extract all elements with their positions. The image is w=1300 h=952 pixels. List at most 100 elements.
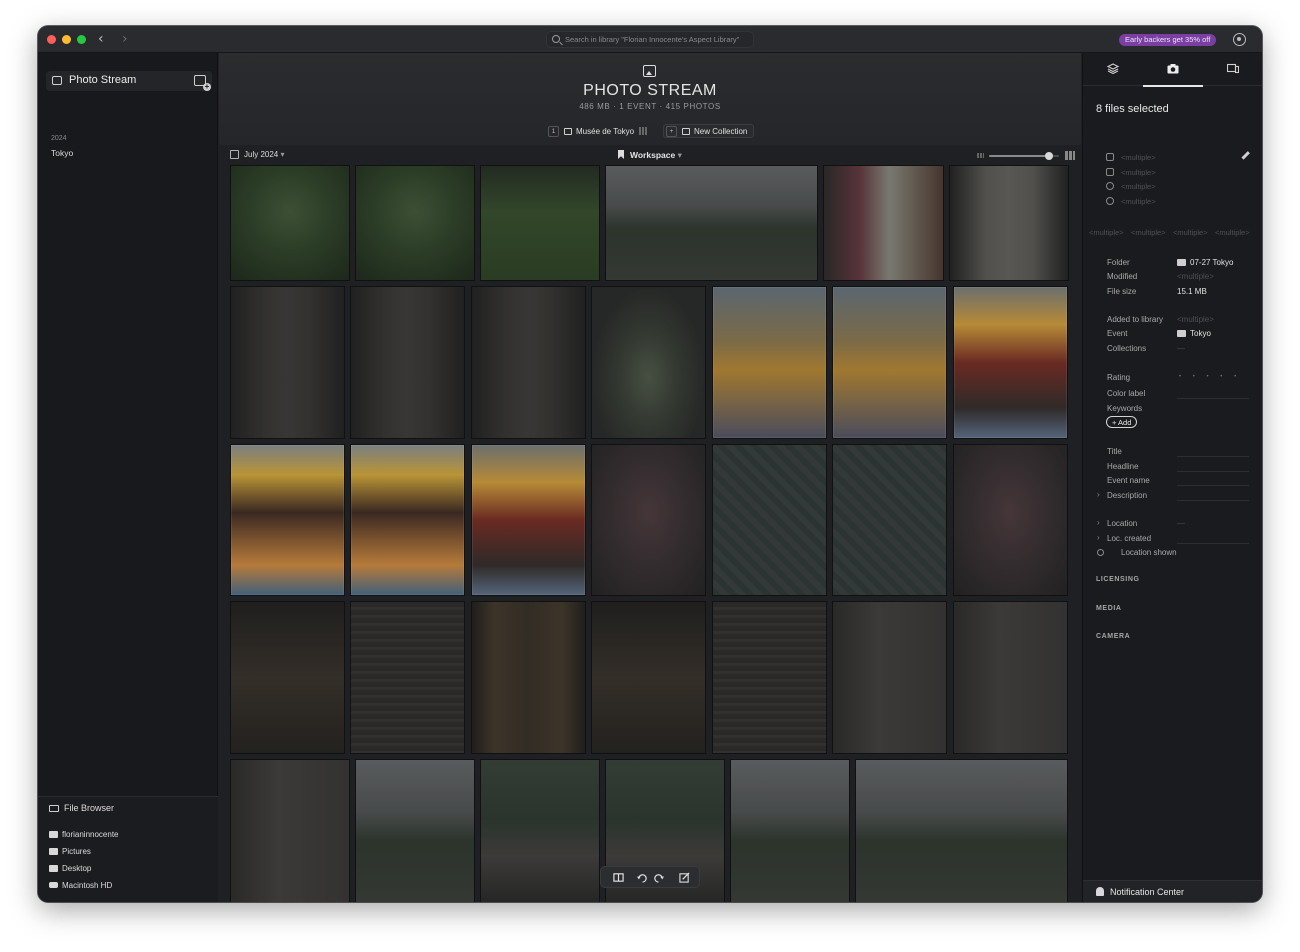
photo-thumbnail[interactable] bbox=[832, 601, 947, 754]
file-browser-item[interactable]: Desktop bbox=[62, 864, 91, 873]
photo-thumbnail[interactable] bbox=[823, 165, 944, 281]
sync-icon[interactable] bbox=[1233, 33, 1246, 46]
user-folder-icon bbox=[49, 831, 58, 838]
photo-thumbnail[interactable] bbox=[230, 444, 345, 596]
minimize-window-button[interactable] bbox=[62, 35, 71, 44]
photo-thumbnail[interactable] bbox=[591, 601, 706, 754]
photo-thumbnail[interactable] bbox=[730, 759, 850, 902]
event-value[interactable]: Tokyo bbox=[1190, 329, 1211, 338]
photo-thumbnail[interactable] bbox=[605, 165, 818, 281]
back-arrow-icon[interactable]: ‹ bbox=[98, 31, 104, 47]
aperture-value: <multiple> bbox=[1131, 228, 1166, 237]
photo-thumbnail[interactable] bbox=[471, 444, 586, 596]
headline-field[interactable] bbox=[1177, 471, 1249, 472]
photo-thumbnail[interactable] bbox=[471, 601, 586, 754]
loc-created-label[interactable]: Loc. created bbox=[1107, 534, 1151, 543]
photo-thumbnail[interactable] bbox=[949, 165, 1069, 281]
photo-thumbnail[interactable] bbox=[832, 286, 947, 439]
location-shown-label[interactable]: Location shown bbox=[1121, 548, 1177, 557]
workspace-label: Workspace bbox=[630, 150, 676, 160]
zoom-window-button[interactable] bbox=[77, 35, 86, 44]
photo-thumbnail[interactable] bbox=[230, 286, 345, 439]
add-photos-icon[interactable] bbox=[194, 75, 211, 91]
title-field[interactable] bbox=[1177, 456, 1249, 457]
file-size-label: File size bbox=[1107, 287, 1137, 296]
forward-arrow-icon[interactable]: › bbox=[122, 31, 128, 47]
library-search-input[interactable]: Search in library "Florian Innocente's A… bbox=[546, 31, 754, 48]
photo-thumbnail[interactable] bbox=[480, 165, 600, 281]
photo-thumbnail[interactable] bbox=[591, 286, 706, 439]
expand-chevron-icon[interactable]: › bbox=[1097, 533, 1100, 542]
media-section[interactable]: MEDIA bbox=[1096, 605, 1122, 612]
photo-thumbnail[interactable] bbox=[591, 444, 706, 596]
photo-thumbnail[interactable] bbox=[230, 165, 350, 281]
collection-chip[interactable]: 1 Musée de Tokyo bbox=[548, 124, 649, 138]
photo-thumbnail[interactable] bbox=[350, 444, 465, 596]
tab-devices[interactable] bbox=[1203, 53, 1262, 86]
photo-thumbnail[interactable] bbox=[953, 601, 1068, 754]
event-name-field[interactable] bbox=[1177, 485, 1249, 486]
description-field[interactable] bbox=[1177, 500, 1249, 501]
photo-thumbnail[interactable] bbox=[230, 759, 350, 902]
photo-thumbnail[interactable] bbox=[350, 286, 465, 439]
notification-center-bar[interactable]: Notification Center bbox=[1083, 880, 1262, 902]
loc-created-field[interactable] bbox=[1177, 543, 1249, 544]
event-icon bbox=[1177, 330, 1186, 337]
photo-thumbnail[interactable] bbox=[855, 759, 1068, 902]
location-label[interactable]: Location bbox=[1107, 519, 1137, 528]
photo-thumbnail[interactable] bbox=[712, 444, 827, 596]
photo-stream-icon bbox=[52, 76, 62, 85]
chevron-down-icon: ▾ bbox=[677, 150, 682, 160]
photo-thumbnail[interactable] bbox=[230, 601, 345, 754]
photo-thumbnail[interactable] bbox=[953, 444, 1068, 596]
zoom-slider-knob[interactable] bbox=[1044, 152, 1053, 160]
file-size-value: 15.1 MB bbox=[1177, 287, 1207, 296]
main-content: PHOTO STREAM 486 MB · 1 EVENT · 415 PHOT… bbox=[219, 53, 1081, 902]
promo-badge[interactable]: Early backers get 35% off bbox=[1119, 34, 1217, 46]
tab-layers[interactable] bbox=[1083, 53, 1143, 86]
calendar-icon bbox=[230, 150, 239, 159]
rotate-right-icon[interactable] bbox=[653, 872, 664, 883]
photo-thumbnail[interactable] bbox=[832, 444, 947, 596]
file-browser-item[interactable]: Pictures bbox=[62, 847, 91, 856]
file-browser-title[interactable]: File Browser bbox=[64, 803, 114, 813]
photo-thumbnail[interactable] bbox=[712, 601, 827, 754]
photo-thumbnail[interactable] bbox=[712, 286, 827, 439]
photo-thumbnail[interactable] bbox=[350, 601, 465, 754]
desktop-folder-icon bbox=[49, 865, 58, 872]
file-browser-item[interactable]: florianinnocente bbox=[62, 830, 118, 839]
add-keyword-button[interactable]: + Add bbox=[1106, 416, 1138, 428]
camera-section[interactable]: CAMERA bbox=[1096, 633, 1130, 640]
shutter-value: <multiple> bbox=[1173, 228, 1208, 237]
file-browser-item[interactable]: Macintosh HD bbox=[62, 881, 112, 890]
compare-icon[interactable] bbox=[613, 872, 624, 883]
licensing-section[interactable]: LICENSING bbox=[1096, 576, 1140, 583]
folder-value[interactable]: 07-27 Tokyo bbox=[1190, 258, 1233, 267]
edit-pencil-icon[interactable] bbox=[1241, 151, 1250, 160]
new-collection-button[interactable]: + New Collection bbox=[663, 124, 755, 138]
rotate-left-icon[interactable] bbox=[637, 872, 648, 883]
iso-value: <multiple> bbox=[1089, 228, 1124, 237]
date-select[interactable]: July 2024 ▾ bbox=[244, 150, 285, 159]
zoom-slider[interactable] bbox=[989, 152, 1059, 160]
event-item-tokyo[interactable]: Tokyo bbox=[51, 148, 73, 158]
close-window-button[interactable] bbox=[47, 35, 56, 44]
description-label[interactable]: Description bbox=[1107, 491, 1147, 500]
rating-stars[interactable]: • • • • • bbox=[1179, 374, 1241, 380]
expand-chevron-icon[interactable]: › bbox=[1097, 518, 1100, 527]
bell-icon bbox=[1096, 887, 1104, 896]
photo-stream-item[interactable]: Photo Stream bbox=[46, 71, 212, 91]
color-label-field[interactable] bbox=[1177, 398, 1249, 399]
search-icon bbox=[552, 35, 560, 43]
edit-icon[interactable] bbox=[679, 872, 690, 883]
photo-thumbnail[interactable] bbox=[355, 165, 475, 281]
photo-thumbnail[interactable] bbox=[953, 286, 1068, 439]
tab-metadata[interactable] bbox=[1143, 53, 1203, 87]
photo-thumbnail[interactable] bbox=[480, 759, 600, 902]
collection-icon bbox=[682, 127, 690, 135]
photo-thumbnail[interactable] bbox=[355, 759, 475, 902]
expand-chevron-icon[interactable]: › bbox=[1097, 490, 1100, 499]
workspace-select[interactable]: Workspace ▾ bbox=[630, 150, 682, 161]
inspector-tabs bbox=[1083, 53, 1262, 87]
photo-thumbnail[interactable] bbox=[471, 286, 586, 439]
